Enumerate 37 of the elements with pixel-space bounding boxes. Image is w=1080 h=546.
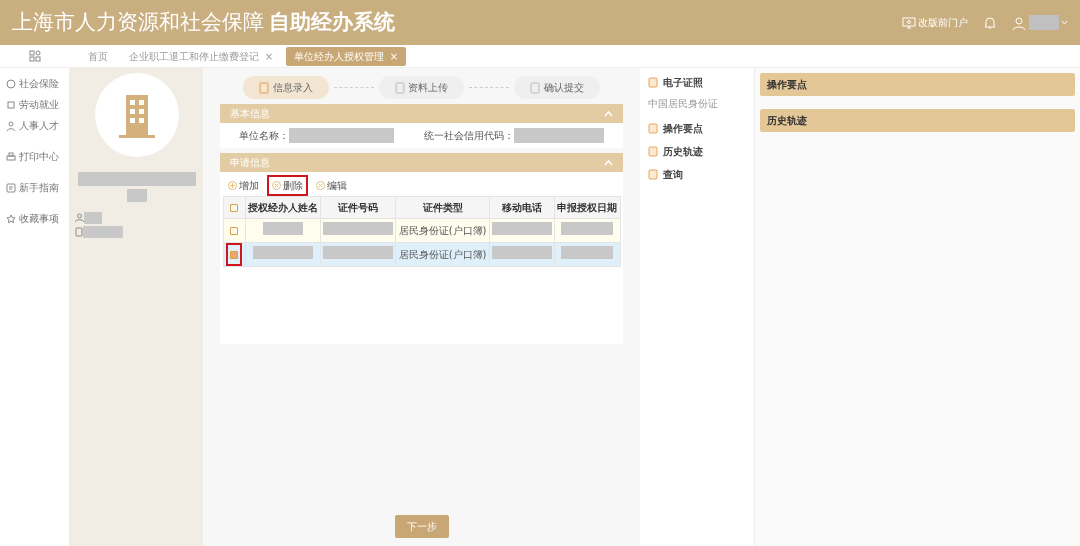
system-title: 自助经办系统: [269, 8, 395, 36]
side-menu-item[interactable]: 操作要点: [640, 116, 754, 140]
section-title: 基本信息: [230, 107, 270, 121]
field-label: 统一社会信用代码：: [424, 129, 514, 143]
column-header: 移动电话: [501, 201, 542, 213]
table-row[interactable]: 居民身份证(户口簿): [223, 242, 620, 266]
step-indicator: 信息录入: [243, 76, 329, 99]
table-row[interactable]: 居民身份证(户口簿): [223, 218, 620, 242]
toolbar-button[interactable]: 编辑: [310, 174, 352, 196]
side-menu-item[interactable]: 电子证照: [640, 70, 754, 94]
nav-item[interactable]: 新手指南: [0, 177, 69, 198]
column-header: 申报授权日期: [557, 201, 618, 213]
section-title: 申请信息: [230, 156, 270, 170]
column-header: 证件号码: [338, 201, 379, 213]
toolbar-button[interactable]: 删除: [266, 174, 308, 196]
nav-item[interactable]: 收藏事项: [0, 208, 69, 229]
nav-item[interactable]: 人事人才: [0, 115, 69, 136]
step-indicator: 确认提交: [514, 76, 600, 99]
table-cell: 居民身份证(户口簿): [398, 248, 487, 260]
app-title: 上海市人力资源和社会保障: [12, 8, 264, 36]
side-menu-subitem[interactable]: 中国居民身份证: [640, 93, 754, 117]
close-icon[interactable]: ×: [264, 50, 274, 62]
table-cell: 居民身份证(户口簿): [398, 224, 487, 236]
field-label: 单位名称：: [239, 129, 289, 143]
nav-item[interactable]: 劳动就业: [0, 94, 69, 115]
tab[interactable]: 企业职工退工和停止缴费登记 ×: [121, 46, 282, 66]
panel-header[interactable]: 历史轨迹: [760, 109, 1075, 132]
column-header: 证件类型: [422, 201, 463, 213]
toolbar-button[interactable]: 增加: [222, 174, 264, 196]
nav-item[interactable]: 社会保险: [0, 73, 69, 94]
column-header: 授权经办人姓名: [247, 201, 318, 213]
side-menu-item[interactable]: 历史轨迹: [640, 139, 754, 163]
tab[interactable]: 首页: [80, 46, 116, 66]
panel-header[interactable]: 操作要点: [760, 73, 1075, 96]
nav-item[interactable]: 打印中心: [0, 146, 69, 167]
step-indicator: 资料上传: [378, 76, 465, 99]
side-menu-item[interactable]: 查询: [640, 162, 754, 186]
